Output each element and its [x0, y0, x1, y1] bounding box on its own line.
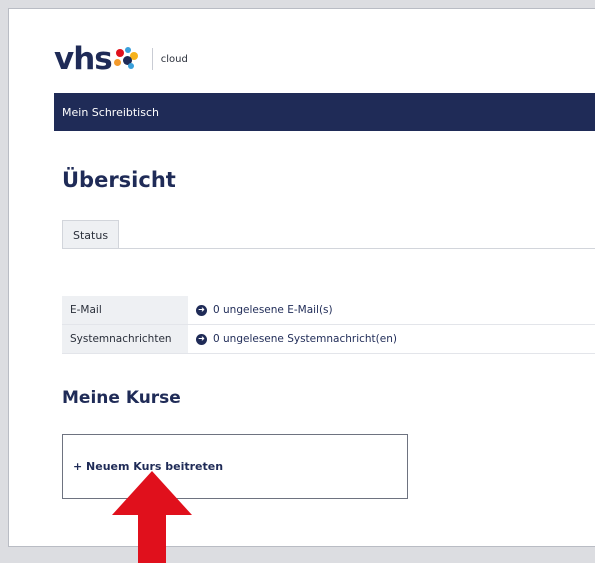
table-row: Systemnachrichten ➜ 0 ungelesene Systemn… — [62, 325, 595, 354]
unread-email-link[interactable]: ➜ 0 ungelesene E-Mail(s) — [188, 296, 595, 324]
logo-dots-icon — [113, 47, 138, 71]
vhs-cloud-logo[interactable]: vhs cloud — [54, 42, 188, 76]
courses-heading: Meine Kurse — [62, 388, 181, 408]
logo-separator — [151, 48, 153, 70]
logo-brand-text: vhs — [54, 40, 113, 77]
unread-system-messages-link[interactable]: ➜ 0 ungelesene Systemnachricht(en) — [188, 325, 595, 353]
main-navbar: Mein Schreibtisch — [54, 93, 595, 131]
row-label-email: E-Mail — [62, 296, 188, 324]
nav-item-mein-schreibtisch[interactable]: Mein Schreibtisch — [62, 106, 159, 119]
row-label-systemnachrichten: Systemnachrichten — [62, 325, 188, 353]
arrow-circle-right-icon: ➜ — [196, 333, 207, 345]
unread-system-messages-text: 0 ungelesene Systemnachricht(en) — [213, 333, 397, 345]
table-row: E-Mail ➜ 0 ungelesene E-Mail(s) — [62, 296, 595, 325]
tab-status[interactable]: Status — [62, 220, 120, 249]
logo-product-text: cloud — [160, 53, 188, 65]
status-table: E-Mail ➜ 0 ungelesene E-Mail(s) Systemna… — [62, 296, 595, 354]
unread-email-text: 0 ungelesene E-Mail(s) — [213, 304, 333, 316]
tab-divider — [62, 248, 595, 249]
red-up-arrow-icon — [112, 471, 192, 563]
tab-status-label: Status — [73, 228, 109, 242]
arrow-circle-right-icon: ➜ — [196, 304, 207, 316]
page-title: Übersicht — [62, 168, 176, 192]
